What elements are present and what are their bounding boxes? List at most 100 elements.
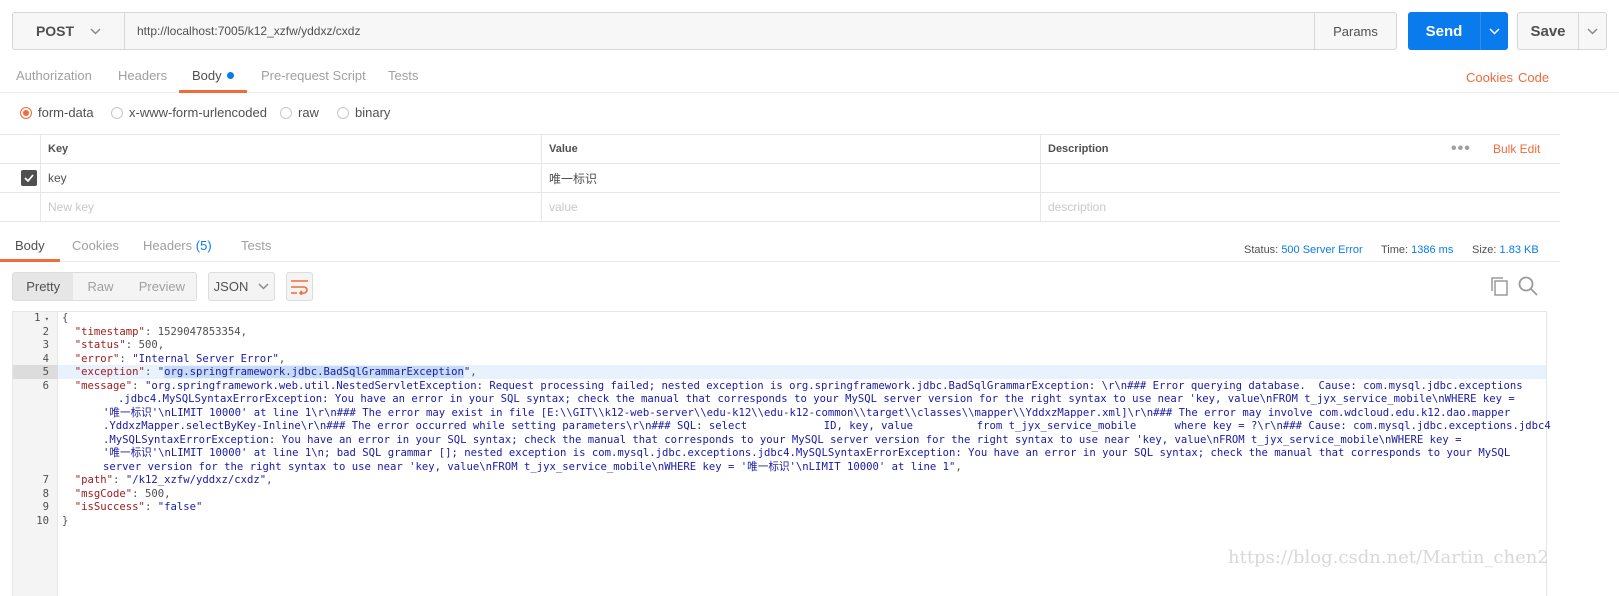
time-readout: Time: 1386 ms xyxy=(1381,244,1453,256)
table-row: key 唯一标识 xyxy=(0,164,1560,193)
code-line-wrapped: .jdbc4.MySQLSyntaxErrorException: You ha… xyxy=(118,393,1515,405)
description-cell[interactable] xyxy=(1040,164,1560,192)
column-header-description: Description xyxy=(1040,135,1444,163)
radio-label: raw xyxy=(298,105,319,120)
code-line: "error": "Internal Server Error", xyxy=(74,352,286,365)
code-line-wrapped: .YddxzMapper.selectByKey-Inline\r\n### T… xyxy=(103,420,1551,432)
radio-raw[interactable]: raw xyxy=(280,105,319,120)
bulk-edit-button[interactable]: Bulk Edit xyxy=(1486,135,1560,163)
tab-authorization[interactable]: Authorization xyxy=(16,60,92,93)
save-dropdown[interactable] xyxy=(1579,13,1606,49)
url-input[interactable]: http://localhost:7005/k12_xzfw/yddxz/cxd… xyxy=(125,12,1315,50)
radio-label: x-www-form-urlencoded xyxy=(129,105,267,120)
code-link[interactable]: Code xyxy=(1518,70,1549,85)
chevron-down-icon xyxy=(90,27,101,35)
url-text: http://localhost:7005/k12_xzfw/yddxz/cxd… xyxy=(137,24,361,38)
time-value: 1386 ms xyxy=(1411,244,1454,256)
status-readout: Status: 500 Server Error xyxy=(1244,244,1363,256)
size-readout: Size: 1.83 KB xyxy=(1472,244,1539,256)
code-line: "status": 500, xyxy=(74,339,165,351)
method-select[interactable]: POST xyxy=(12,12,125,50)
new-key-input[interactable]: New key xyxy=(40,193,541,221)
params-label: Params xyxy=(1333,23,1378,39)
watermark-text: https://blog.csdn.net/Martin_chen2 xyxy=(1228,547,1549,568)
params-button[interactable]: Params xyxy=(1315,12,1397,50)
radio-checked-icon xyxy=(20,106,32,119)
modified-dot-icon xyxy=(226,72,234,79)
send-dropdown[interactable] xyxy=(1480,12,1508,50)
code-line-wrapped: server version for the right syntax to u… xyxy=(103,460,962,473)
format-raw-button[interactable]: Raw xyxy=(73,273,127,300)
radio-label: form-data xyxy=(38,105,94,120)
code-line: "path": "/k12_xzfw/yddxz/cxdz", xyxy=(74,474,273,486)
line-number: 2 xyxy=(42,325,49,338)
column-header-key: Key xyxy=(40,135,541,163)
more-options-icon[interactable]: ••• xyxy=(1444,135,1480,163)
radio-binary[interactable]: binary xyxy=(337,105,390,120)
response-tab-tests[interactable]: Tests xyxy=(241,232,271,262)
table-row-new: New key value description xyxy=(0,193,1560,222)
send-button[interactable]: Send xyxy=(1408,12,1508,50)
radio-form-data[interactable]: form-data xyxy=(20,105,94,120)
tab-body[interactable]: Body xyxy=(179,60,247,93)
key-cell[interactable]: key xyxy=(40,164,541,192)
row-checkbox[interactable] xyxy=(0,164,40,192)
save-label: Save xyxy=(1518,13,1579,49)
code-line: { xyxy=(62,312,69,324)
search-icon[interactable] xyxy=(1518,276,1538,296)
chevron-down-icon xyxy=(1587,27,1598,35)
new-description-input[interactable]: description xyxy=(1040,193,1560,221)
line-number-gutter: 1 ▾ 2 3 4 5 6 7 8 9 10 xyxy=(13,312,58,596)
response-tab-cookies[interactable]: Cookies xyxy=(72,232,119,262)
tab-body-label: Body xyxy=(192,68,222,83)
wrap-lines-button[interactable] xyxy=(286,272,313,301)
request-tabs: Authorization Headers Body Pre-request S… xyxy=(0,60,1619,93)
method-label: POST xyxy=(35,23,75,39)
code-line: "timestamp": 1529047853354, xyxy=(74,325,248,338)
line-number: 1 ▾ xyxy=(34,312,49,324)
save-button[interactable]: Save xyxy=(1517,12,1607,50)
line-number: 6 xyxy=(42,379,49,392)
tab-headers[interactable]: Headers xyxy=(118,60,167,93)
copy-icon[interactable] xyxy=(1490,276,1509,296)
code-line-wrapped: '唯一标识'\nLIMIT 10000' at line 1\n; bad SQ… xyxy=(103,447,1511,459)
chevron-down-icon xyxy=(258,283,269,290)
response-tab-headers[interactable]: Headers (5) xyxy=(143,232,212,262)
size-value: 1.83 KB xyxy=(1499,244,1539,256)
value-cell[interactable]: 唯一标识 xyxy=(541,164,1040,192)
radio-unchecked-icon xyxy=(111,106,123,119)
format-preview-button[interactable]: Preview xyxy=(128,273,196,300)
radio-x-www-form-urlencoded[interactable]: x-www-form-urlencoded xyxy=(111,105,267,120)
line-number: 7 xyxy=(42,474,49,486)
line-number: 4 xyxy=(42,352,49,365)
size-label: Size: xyxy=(1472,244,1497,256)
format-pretty-button[interactable]: Pretty xyxy=(13,273,74,300)
tab-tests[interactable]: Tests xyxy=(388,60,418,93)
params-table: Key Value Description ••• Bulk Edit key … xyxy=(0,134,1560,222)
status-label: Status: xyxy=(1244,244,1279,256)
new-value-input[interactable]: value xyxy=(541,193,1040,221)
radio-unchecked-icon xyxy=(337,106,349,119)
selected-text: org.springframework.jdbc.BadSqlGrammarEx… xyxy=(164,366,464,378)
code-line: } xyxy=(62,514,69,527)
cookies-link[interactable]: Cookies xyxy=(1466,70,1513,85)
line-number: 3 xyxy=(42,339,49,351)
response-tab-body[interactable]: Body xyxy=(0,232,60,262)
response-tab-headers-label: Headers xyxy=(143,238,193,253)
wrap-lines-icon xyxy=(291,279,308,295)
active-line-gutter xyxy=(13,365,58,379)
format-mode-group: Pretty Raw Preview xyxy=(12,272,197,301)
table-header-row: Key Value Description ••• Bulk Edit xyxy=(0,135,1560,164)
tab-pre-request-script[interactable]: Pre-request Script xyxy=(261,60,366,93)
format-language-select[interactable]: JSON xyxy=(208,272,275,301)
column-header-value: Value xyxy=(541,135,1040,163)
radio-unchecked-icon xyxy=(280,106,292,119)
format-language-label: JSON xyxy=(213,279,249,294)
line-number: 10 xyxy=(36,514,49,527)
request-bar: POST http://localhost:7005/k12_xzfw/yddx… xyxy=(12,12,1397,50)
code-line-wrapped: '唯一标识'\nLIMIT 10000' at line 1\r\n### Th… xyxy=(103,406,1511,419)
send-label: Send xyxy=(1425,22,1463,40)
status-value: 500 Server Error xyxy=(1281,244,1363,256)
checkmark-icon xyxy=(21,170,37,186)
line-number: 9 xyxy=(42,501,49,513)
